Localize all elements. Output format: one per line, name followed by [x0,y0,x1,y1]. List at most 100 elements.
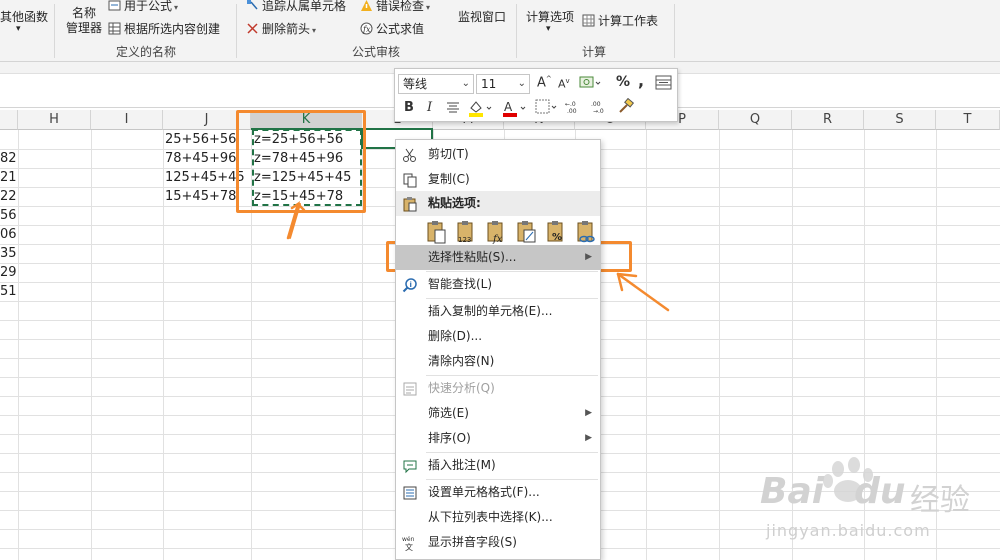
create-from-selection-button[interactable]: 根据所选内容创建 [108,20,220,37]
cell-j3[interactable]: 125+45+45 [165,168,245,187]
ribbon: 其他函数 ▾ 名称 管理器 用于公式 ▾ 根据所选内容创建 定义的名称 追踪从属单… [0,0,1000,62]
column-header-h[interactable]: H [18,110,91,130]
cell-g-partial[interactable]: 29 [0,263,17,282]
other-functions-button[interactable]: 其他函数 [0,8,48,25]
fill-color-icon[interactable] [467,98,493,118]
watch-window-button[interactable]: 监视窗口 [458,8,506,25]
percent-style-button[interactable]: % [616,74,630,90]
group-label-defined-names: 定义的名称 [116,45,177,59]
menu-item-label: 剪切(T) [428,147,469,161]
group-separator [54,4,55,58]
watch-window-label: 监视窗口 [458,10,507,24]
menu-item-paste-special[interactable]: 选择性粘贴(S)... ▶ [396,245,600,270]
remove-arrows-button[interactable]: 删除箭头 ▾ [246,20,316,37]
formula-tag-icon [108,0,121,11]
row-header-corner[interactable] [0,110,18,130]
other-functions-label: 其他函数 [0,10,49,24]
decrease-font-size-icon[interactable]: Av [558,77,570,91]
column-header-s[interactable]: S [864,110,936,130]
column-header-q[interactable]: Q [719,110,792,130]
menu-item-label: 粘贴选项: [428,196,481,210]
watermark: Bai du 经验 jingyan.baidu.com [760,455,1000,560]
font-size-select[interactable]: 11 ⌄ [476,74,530,94]
menu-item-show-phonetic[interactable]: wén 文 显示拼音字段(S) [396,530,600,555]
paste-formulas-icon[interactable]: fx [487,220,507,244]
paste-values-icon[interactable]: 123 [457,220,477,244]
menu-item-label: 排序(O) [428,431,471,445]
cell-j4[interactable]: 15+45+78 [165,187,236,206]
cell-g-partial[interactable]: 56 [0,206,17,225]
cell-g-partial[interactable]: 06 [0,225,17,244]
borders-icon[interactable] [535,99,557,115]
use-in-formula-label: 用于公式 [124,0,173,13]
cell-j1[interactable]: 25+56+56 [165,130,236,149]
cell-g-partial[interactable]: 82 [0,149,17,168]
warning-icon [361,0,372,11]
italic-button[interactable]: I [427,100,432,115]
chevron-down-icon: ▾ [426,3,431,12]
fx-icon: fx [360,22,373,35]
chevron-down-icon: ▾ [312,26,317,35]
quick-analysis-icon [403,382,417,396]
column-header-i[interactable]: I [91,110,163,130]
menu-item-filter[interactable]: 筛选(E) ▶ [396,401,600,426]
menu-item-insert-copied-cells[interactable]: 插入复制的单元格(E)... [396,299,600,324]
merge-cells-icon[interactable] [655,75,673,91]
chevron-down-icon: ⌄ [517,78,526,89]
paste-link-icon[interactable] [577,220,597,244]
menu-item-format-cells[interactable]: 设置单元格格式(F)... [396,480,600,505]
calc-sheet-button[interactable]: 计算工作表 [582,12,658,29]
trace-precedents-button[interactable]: 追踪从属单元格 [246,0,346,14]
menu-item-label: 删除(D)... [428,329,483,343]
svg-text:i: i [410,281,412,289]
name-manager-button[interactable]: 名称 管理器 [64,6,104,36]
svg-text:←.0: ←.0 [565,101,576,108]
chevron-down-icon: ▾ [16,24,21,34]
menu-item-pick-from-list[interactable]: 从下拉列表中选择(K)... [396,505,600,530]
cell-g-partial[interactable]: 22 [0,187,17,206]
svg-text:.00: .00 [567,108,577,115]
calc-options-button[interactable]: 计算选项 [526,8,574,25]
gridline [18,130,19,560]
evaluate-formula-button[interactable]: fx 公式求值 [360,20,424,37]
font-name-select[interactable]: 等线 ⌄ [398,74,474,94]
menu-item-label: 插入复制的单元格(E)... [428,304,553,318]
menu-item-smart-lookup[interactable]: i 智能查找(L) [396,272,600,297]
remove-arrows-icon [247,23,258,34]
menu-item-cut[interactable]: 剪切(T) [396,142,600,167]
menu-item-clear-contents[interactable]: 清除内容(N) [396,349,600,374]
use-in-formula-button[interactable]: 用于公式 ▾ [108,0,178,14]
bold-button[interactable]: B [404,100,414,115]
font-color-icon[interactable]: A [501,98,527,118]
cell-g-partial[interactable]: 51 [0,282,17,301]
decrease-decimal-icon[interactable]: .00→.0 [591,99,613,115]
paste-transpose-icon[interactable] [517,220,537,244]
menu-item-delete[interactable]: 删除(D)... [396,324,600,349]
column-header-t[interactable]: T [936,110,1000,130]
comma-style-button[interactable]: , [638,71,644,90]
svg-text:A: A [504,100,513,114]
error-checking-button[interactable]: 错误检查 ▾ [360,0,430,14]
cell-g-partial[interactable]: 21 [0,168,17,187]
currency-format-icon[interactable] [579,75,601,91]
align-center-icon[interactable] [445,101,461,115]
increase-font-size-icon[interactable]: A^ [537,75,552,90]
submenu-arrow-icon: ▶ [585,252,592,262]
cell-j2[interactable]: 78+45+96 [165,149,236,168]
mini-toolbar: 等线 ⌄ 11 ⌄ A^ Av % , B I A ←.0.00 .00 →.0 [394,68,678,122]
scissors-icon [403,148,416,162]
menu-item-copy[interactable]: 复制(C) [396,167,600,192]
menu-item-insert-comment[interactable]: 插入批注(M) [396,453,600,478]
gridline [91,130,92,560]
menu-item-sort[interactable]: 排序(O) ▶ [396,426,600,451]
smart-lookup-icon: i [402,278,417,293]
format-painter-icon[interactable] [617,98,635,116]
column-header-r[interactable]: R [792,110,864,130]
menu-item-label: 设置单元格格式(F)... [428,485,540,499]
increase-decimal-icon[interactable]: ←.0.00 [565,99,587,115]
evaluate-formula-label: 公式求值 [376,22,425,36]
paste-icon[interactable] [427,220,447,244]
table-grid-icon [108,22,121,35]
paste-formatting-icon[interactable]: % [547,220,567,244]
cell-g-partial[interactable]: 35 [0,244,17,263]
